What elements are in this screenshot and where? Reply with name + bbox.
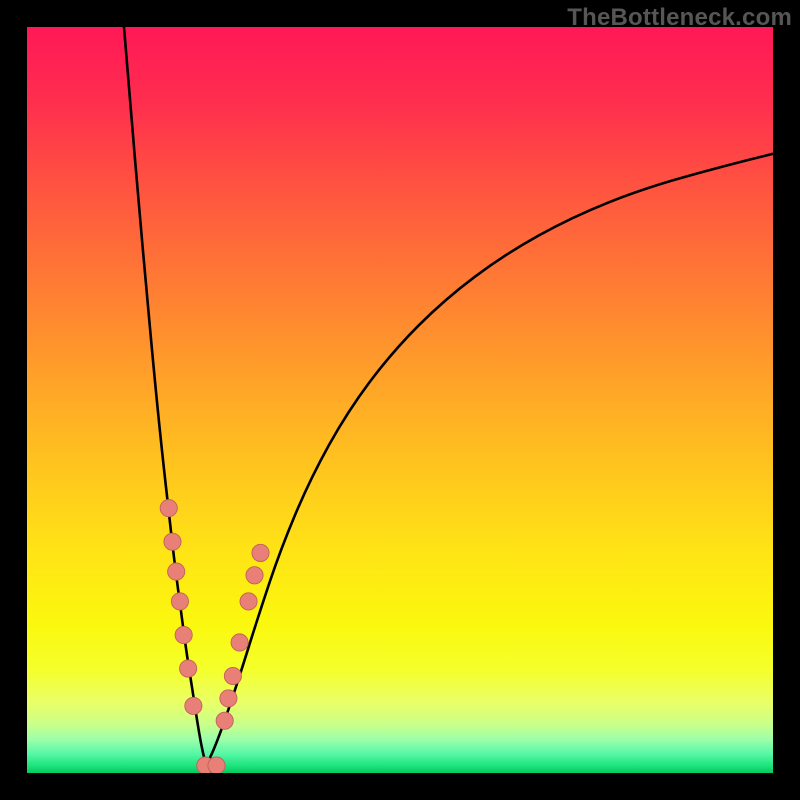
data-dot — [220, 690, 237, 707]
data-dot — [246, 567, 263, 584]
plot-area — [27, 27, 773, 773]
curve-left-curve — [124, 27, 206, 766]
curve-right-curve — [206, 154, 773, 766]
data-dot — [171, 593, 188, 610]
data-dot — [252, 544, 269, 561]
data-dot — [160, 500, 177, 517]
data-dot — [208, 757, 225, 773]
chart-frame: TheBottleneck.com — [0, 0, 800, 800]
data-dot — [216, 712, 233, 729]
data-dot — [164, 533, 181, 550]
data-dot — [168, 563, 185, 580]
data-dot — [224, 667, 241, 684]
data-dot — [185, 697, 202, 714]
curve-layer — [27, 27, 773, 773]
data-dot — [240, 593, 257, 610]
data-dot — [180, 660, 197, 677]
data-dot — [231, 634, 248, 651]
data-dot — [175, 626, 192, 643]
